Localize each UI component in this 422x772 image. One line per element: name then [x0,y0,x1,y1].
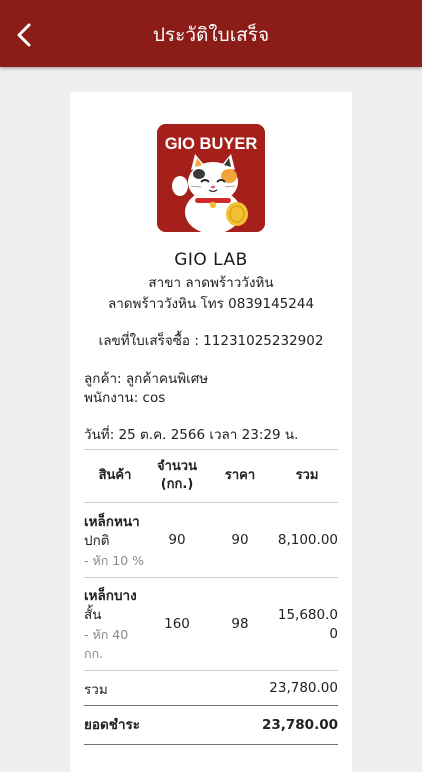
subtotal-label: รวม [84,682,108,698]
table-divider [84,502,338,503]
column-header-total: รวม [295,468,319,483]
receipt-date: วันที่: 25 ต.ค. 2566 เวลา 23:29 น. [84,427,299,443]
table-cell-qty: 160 [164,616,190,632]
page-title: ประวัติใบเสร็จ [152,24,270,46]
receipt-number: เลขที่ใบเสร็จซื้อ : 11231025232902 [98,333,324,349]
logo-text: GIO BUYER [165,135,258,153]
column-header-qty: จำนวน (กก.) [150,458,204,494]
table-cell-total: 15,680.00 [277,607,338,642]
table-cell-price: 90 [231,532,249,548]
shop-name: GIO LAB [174,250,248,270]
column-header-qty-line1: จำนวน [157,459,197,474]
product-note: - หัก 40 กก. [84,627,129,661]
shop-logo: GIO BUYER [157,124,265,232]
shop-branch: สาขา ลาดพร้าววังหิน [148,275,274,291]
receipt-card: GIO BUYER GIO LAB สาขา ลาดพร้าววังหิน ลา… [70,92,352,772]
column-header-product: สินค้า [98,468,132,483]
table-divider [84,670,338,671]
staff-line: พนักงาน: cos [84,390,166,406]
column-header-price: ราคา [224,468,256,483]
product-note: - หัก 10 % [84,553,145,568]
app-header: ประวัติใบเสร็จ [0,0,422,67]
product-name-rest: สั้น [84,607,102,623]
table-row-product: เหล็กบาง สั้น - หัก 40 กก. [84,587,146,663]
table-divider [84,744,338,745]
grand-total-label: ยอดชำระ [84,717,141,733]
product-name-rest: ปกติ [84,533,110,549]
table-cell-qty: 90 [168,532,186,548]
table-row-product: เหล็กหนา ปกติ - หัก 10 % [84,513,146,570]
subtotal-value: 23,780.00 [269,680,338,696]
table-divider [84,577,338,578]
table-divider [84,705,338,706]
table-divider [84,449,338,450]
table-cell-price: 98 [231,616,249,632]
shop-address-phone: ลาดพร้าววังหิน โทร 0839145244 [107,296,315,312]
product-name: เหล็กบาง [84,588,137,604]
product-name: เหล็กหนา [84,514,140,530]
grand-total-value: 23,780.00 [261,717,338,733]
column-header-qty-line2: (กก.) [160,477,194,492]
table-cell-total: 8,100.00 [277,532,338,548]
maneki-neko-cat-icon: GIO BUYER [157,124,265,232]
